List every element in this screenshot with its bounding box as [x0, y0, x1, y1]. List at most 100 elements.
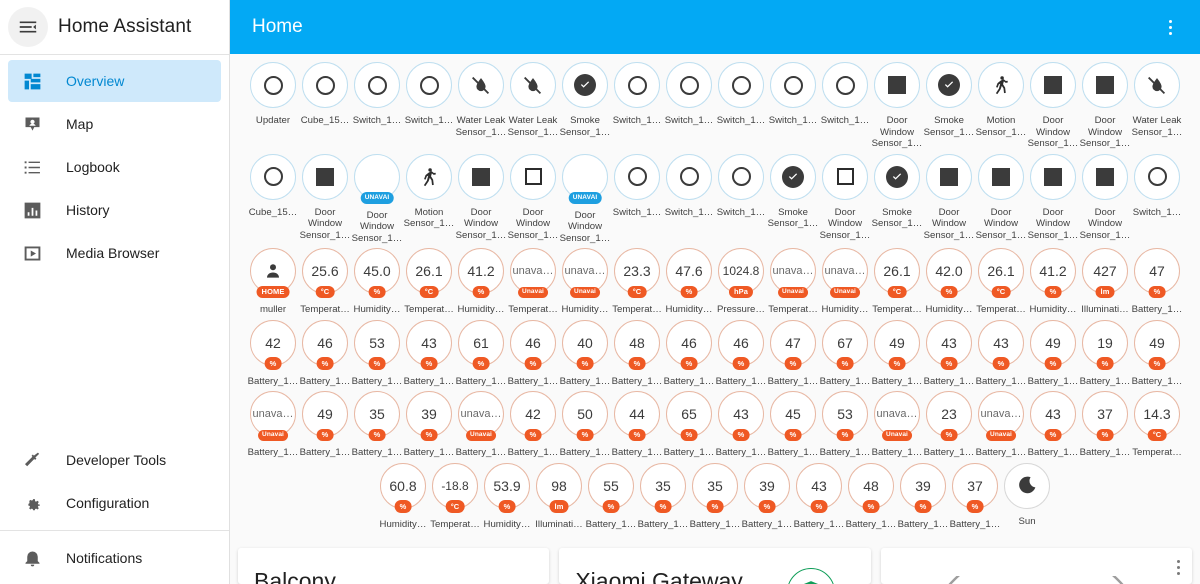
badge-item[interactable]: 26.1 °C Temperat…: [872, 248, 922, 316]
badge-item[interactable]: 46% Battery_1…: [716, 319, 766, 388]
sidebar-item-configuration[interactable]: Configuration: [8, 482, 221, 524]
badge-item[interactable]: Switch_1…: [352, 62, 402, 127]
badge-item[interactable]: 25.6 °C Temperat…: [300, 248, 350, 316]
badge-item[interactable]: 37% Battery_1…: [950, 462, 1000, 531]
badge-item[interactable]: Switch_1…: [664, 153, 714, 219]
badge-item[interactable]: Cube_15…: [300, 62, 350, 127]
badge-item[interactable]: 60.8% Humidity…: [378, 462, 428, 531]
badge-item[interactable]: 48% Battery_1…: [612, 319, 662, 388]
badge-item[interactable]: 40% Battery_1…: [560, 319, 610, 388]
badge-item[interactable]: 43% Battery_1…: [924, 319, 974, 388]
badge-item[interactable]: 49% Battery_1…: [300, 391, 350, 459]
badge-item[interactable]: Motion Sensor_1…: [976, 62, 1026, 138]
badge-item[interactable]: Water Leak Sensor_1…: [508, 62, 558, 138]
badge-item[interactable]: Switch_1…: [404, 62, 454, 127]
badge-item[interactable]: 49% Battery_1…: [1132, 319, 1182, 388]
badge-item[interactable]: 47% Battery_1…: [768, 319, 818, 388]
badge-item[interactable]: Smoke Sensor_1…: [560, 62, 610, 138]
badge-item[interactable]: 49% Battery_1…: [1028, 319, 1078, 388]
badge-item[interactable]: Switch_1…: [768, 62, 818, 127]
dots-vertical-icon[interactable]: [1154, 11, 1186, 43]
badge-item[interactable]: Switch_1…: [1132, 153, 1182, 219]
badge-item[interactable]: Water Leak Sensor_1…: [1132, 62, 1182, 138]
sidebar-item-overview[interactable]: Overview: [8, 60, 221, 102]
badge-item[interactable]: 39% Battery_1…: [404, 391, 454, 459]
badge-item[interactable]: 53% Battery_1…: [820, 391, 870, 459]
badge-item[interactable]: 42% Battery_1…: [508, 391, 558, 459]
badge-item[interactable]: 43% Battery_1…: [404, 319, 454, 388]
badge-item[interactable]: 26.1 °C Temperat…: [976, 248, 1026, 316]
badge-item[interactable]: -18.8 °C Temperat…: [430, 462, 480, 531]
sidebar-item-map[interactable]: Map: [8, 103, 221, 145]
badge-item[interactable]: 35% Battery_1…: [690, 462, 740, 531]
sidebar-item-developer-tools[interactable]: Developer Tools: [8, 439, 221, 481]
badge-item[interactable]: 48% Battery_1…: [846, 462, 896, 531]
badge-item[interactable]: 46% Battery_1…: [508, 319, 558, 388]
badge-item[interactable]: 53% Battery_1…: [352, 319, 402, 388]
badge-item[interactable]: Door Window Sensor_1…: [820, 153, 870, 242]
badge-item[interactable]: Door Window Sensor_1…: [1080, 62, 1130, 150]
badge-item[interactable]: 98 lm Illuminati…: [534, 462, 584, 531]
badge-item[interactable]: unava… Unavai Battery_1…: [872, 391, 922, 459]
badge-item[interactable]: 46% Battery_1…: [300, 319, 350, 388]
badge-item[interactable]: 53.9% Humidity…: [482, 462, 532, 531]
badge-item[interactable]: Switch_1…: [820, 62, 870, 127]
badge-item[interactable]: 45.0% Humidity…: [352, 248, 402, 316]
sidebar-item-media-browser[interactable]: Media Browser: [8, 232, 221, 274]
badge-item[interactable]: Switch_1…: [716, 153, 766, 219]
badge-item[interactable]: 37% Battery_1…: [1080, 391, 1130, 459]
badge-item[interactable]: unava… Unavai Humidity…: [820, 248, 870, 316]
badge-item[interactable]: Door Window Sensor_1…: [872, 62, 922, 150]
badge-item[interactable]: unava… Unavai Humidity…: [560, 248, 610, 316]
badge-item[interactable]: Switch_1…: [664, 62, 714, 127]
badge-item[interactable]: 23% Battery_1…: [924, 391, 974, 459]
badge-item[interactable]: 47% Battery_1…: [1132, 248, 1182, 316]
badge-item[interactable]: Door Window Sensor_1…: [456, 153, 506, 242]
badge-item[interactable]: unava… Unavai Temperat…: [768, 248, 818, 316]
badge-item[interactable]: Door Window Sensor_1…: [924, 153, 974, 242]
badge-item[interactable]: 43% Battery_1…: [794, 462, 844, 531]
badge-item[interactable]: Switch_1…: [716, 62, 766, 127]
badge-item[interactable]: 49% Battery_1…: [872, 319, 922, 388]
sidebar-item-history[interactable]: History: [8, 189, 221, 231]
badge-item[interactable]: 19% Battery_1…: [1080, 319, 1130, 388]
sidebar-item-notifications[interactable]: Notifications: [8, 537, 221, 579]
sidebar-item-logbook[interactable]: Logbook: [8, 146, 221, 188]
badge-item[interactable]: 43% Battery_1…: [1028, 391, 1078, 459]
badge-item[interactable]: 35% Battery_1…: [352, 391, 402, 459]
badge-item[interactable]: 23.3 °C Temperat…: [612, 248, 662, 316]
badge-item[interactable]: 1024.8 hPa Pressure…: [716, 248, 766, 316]
badge-item[interactable]: 46% Battery_1…: [664, 319, 714, 388]
badge-item[interactable]: 42% Battery_1…: [248, 319, 298, 388]
badge-item[interactable]: Cube_15…: [248, 153, 298, 219]
badge-item[interactable]: 47.6% Humidity…: [664, 248, 714, 316]
badge-item[interactable]: 43% Battery_1…: [976, 319, 1026, 388]
badge-item[interactable]: unava… Unavai Temperat…: [508, 248, 558, 316]
badge-item[interactable]: Sun: [1002, 462, 1052, 528]
badge-item[interactable]: 39% Battery_1…: [898, 462, 948, 531]
badge-item[interactable]: 39% Battery_1…: [742, 462, 792, 531]
badge-item[interactable]: Door Window Sensor_1…: [300, 153, 350, 242]
dots-vertical-icon[interactable]: [1176, 560, 1180, 575]
badge-item[interactable]: 65% Battery_1…: [664, 391, 714, 459]
badge-item[interactable]: UNAVAI Door Window Sensor_1…: [352, 153, 402, 245]
badge-item[interactable]: Switch_1…: [612, 153, 662, 219]
badge-item[interactable]: 42.0% Humidity…: [924, 248, 974, 316]
badge-item[interactable]: 41.2% Humidity…: [456, 248, 506, 316]
badge-item[interactable]: unava… Unavai Battery_1…: [976, 391, 1026, 459]
badge-item[interactable]: 41.2% Humidity…: [1028, 248, 1078, 316]
badge-item[interactable]: Door Window Sensor_1…: [1028, 153, 1078, 242]
badge-item[interactable]: 14.3 °C Temperat…: [1132, 391, 1182, 459]
shield-check-icon[interactable]: [786, 568, 835, 584]
menu-collapse-icon[interactable]: [8, 7, 48, 47]
badge-item[interactable]: 35% Battery_1…: [638, 462, 688, 531]
badge-item[interactable]: HOME muller: [248, 248, 298, 316]
badge-item[interactable]: Door Window Sensor_1…: [976, 153, 1026, 242]
badge-item[interactable]: Door Window Sensor_1…: [1080, 153, 1130, 242]
badge-item[interactable]: Smoke Sensor_1…: [872, 153, 922, 230]
badge-item[interactable]: Updater: [248, 62, 298, 127]
badge-item[interactable]: 26.1 °C Temperat…: [404, 248, 454, 316]
badge-item[interactable]: Switch_1…: [612, 62, 662, 127]
badge-item[interactable]: 43% Battery_1…: [716, 391, 766, 459]
badge-item[interactable]: Water Leak Sensor_1…: [456, 62, 506, 138]
